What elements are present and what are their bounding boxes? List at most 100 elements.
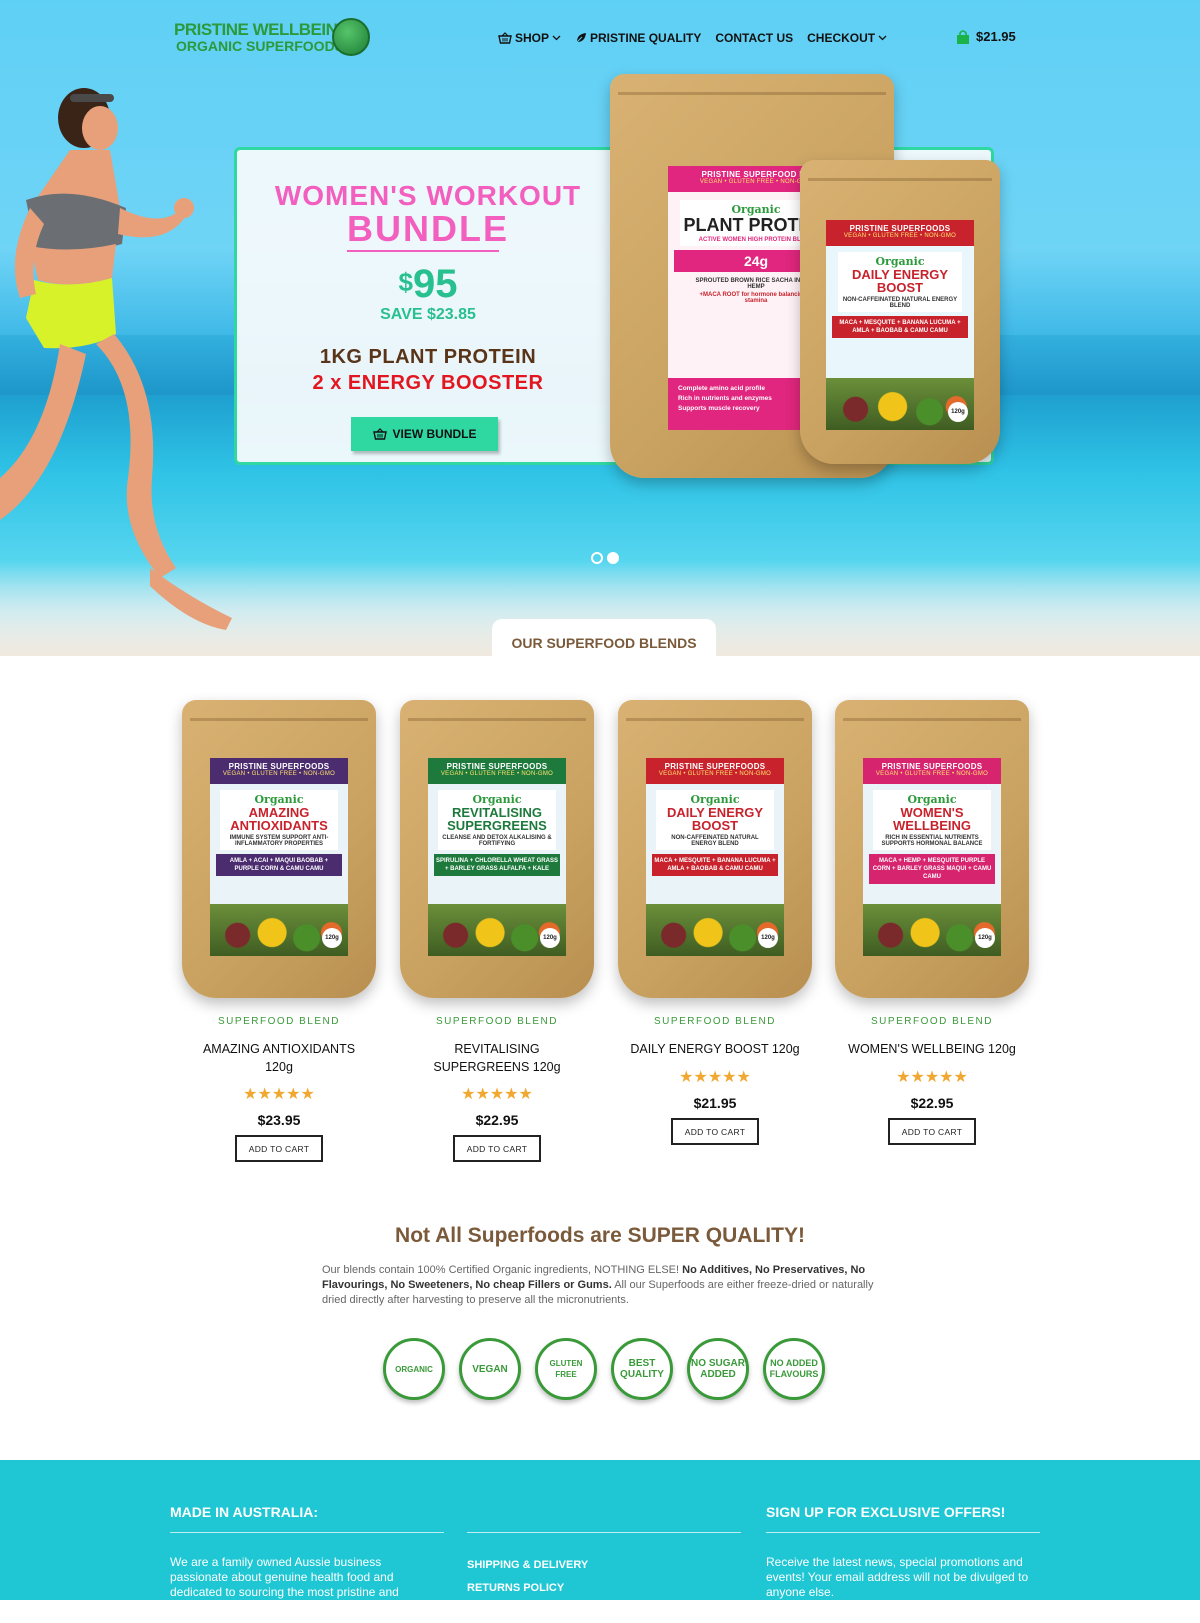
label-sub: NON-CAFFEINATED NATURAL ENERGY BLEND: [671, 835, 759, 847]
quality-heading: Not All Superfoods are SUPER QUALITY!: [395, 1224, 805, 1247]
label-band: PRISTINE SUPERFOODS VEGAN • GLUTEN FREE •…: [210, 758, 348, 784]
product-title[interactable]: AMAZING ANTIOXIDANTS 120g: [176, 1040, 382, 1076]
product-title[interactable]: REVITALISING SUPERGREENS 120g: [394, 1040, 600, 1076]
product-grid: PRISTINE SUPERFOODS VEGAN • GLUTEN FREE •…: [176, 700, 1036, 1170]
label-band-sub: VEGAN • GLUTEN FREE • NON-GMO: [222, 771, 336, 777]
label-band-sub: VEGAN • GLUTEN FREE • NON-GMO: [843, 233, 957, 239]
product-rating-stars: ★★★★★: [394, 1084, 600, 1104]
label-name: AMAZING ANTIOXIDANTS: [230, 805, 328, 833]
product-pouch-image[interactable]: PRISTINE SUPERFOODS VEGAN • GLUTEN FREE •…: [618, 700, 812, 998]
star-icon: ★: [707, 1069, 723, 1086]
product-category: SUPERFOOD BLEND: [654, 1016, 776, 1027]
product-label: PRISTINE SUPERFOODS VEGAN • GLUTEN FREE •…: [646, 758, 784, 956]
site-logo[interactable]: PRISTINE WELLBEING ORGANIC SUPERFOODS: [174, 18, 374, 60]
leaf-icon: [575, 33, 587, 44]
star-icon: ★: [896, 1069, 911, 1086]
label-name: WOMEN'S WELLBEING: [893, 805, 971, 833]
add-to-cart-button[interactable]: ADD TO CART: [671, 1118, 759, 1145]
basket-icon: [498, 32, 512, 44]
label-ribbon: MACA + HEMP + MESQUITE PURPLE CORN + BAR…: [869, 854, 995, 884]
star-icon: ★: [736, 1069, 751, 1086]
pouch-zip: [190, 718, 368, 721]
organic-badge-icon: ORGANIC: [383, 1338, 445, 1400]
star-icon: ★: [461, 1086, 476, 1103]
logo-globe-icon: [332, 18, 370, 56]
nav-item-shop[interactable]: SHOP: [498, 31, 561, 45]
add-to-cart-button[interactable]: ADD TO CART: [453, 1135, 541, 1162]
label-band-text: PRISTINE SUPERFOODS: [881, 762, 983, 771]
label-card: Organic WOMEN'S WELLBEING RICH IN ESSENTIA…: [873, 790, 991, 850]
energy-booster-label: PRISTINE SUPERFOODS VEGAN • GLUTEN FREE •…: [826, 220, 974, 430]
add-to-cart-button[interactable]: ADD TO CART: [235, 1135, 323, 1162]
label-name: REVITALISING SUPERGREENS: [447, 805, 547, 833]
no-sugar-badge-icon: NO SUGAR ADDED: [687, 1338, 749, 1400]
product-pouch-image[interactable]: PRISTINE SUPERFOODS VEGAN • GLUTEN FREE •…: [400, 700, 594, 998]
label-band-sub: VEGAN • GLUTEN FREE • NON-GMO: [440, 771, 554, 777]
label-band-text: PRISTINE SUPERFOOD BL: [701, 170, 811, 179]
product-price: $22.95: [475, 1112, 519, 1128]
label-band-sub: VEGAN • GLUTEN FREE • NON-GMO: [875, 771, 989, 777]
view-bundle-button[interactable]: VIEW BUNDLE: [351, 417, 498, 451]
label-band: PRISTINE SUPERFOODS VEGAN • GLUTEN FREE •…: [863, 758, 1001, 784]
footer-links: SHIPPING & DELIVERY RETURNS POLICY CONTA…: [467, 1554, 588, 1623]
label-ribbon: MACA + MESQUITE + BANANA LUCUMA + AMLA +…: [832, 316, 968, 338]
quality-text: Our blends contain 100% Certified Organi…: [322, 1263, 888, 1308]
nav-contact-label: CONTACT US: [715, 31, 794, 45]
runner-illustration: [0, 88, 232, 630]
star-icon: ★: [924, 1069, 940, 1086]
label-protein: 24g: [743, 253, 769, 269]
product-title[interactable]: DAILY ENERGY BOOST 120g: [612, 1040, 818, 1058]
label-weight: 120g: [948, 402, 968, 422]
bundle-title-line2: BUNDLE: [347, 208, 509, 249]
nav-item-pristine-quality[interactable]: PRISTINE QUALITY: [575, 31, 701, 45]
slide-dot-2[interactable]: [607, 552, 619, 564]
label-band-text: PRISTINE SUPERFOODS: [228, 762, 330, 771]
nav-item-checkout[interactable]: CHECKOUT: [807, 31, 887, 45]
footer: MADE IN AUSTRALIA: We are a family owned…: [0, 1460, 1200, 1617]
section-tab-superfood-blends: OUR SUPERFOOD BLENDS: [492, 619, 716, 656]
footer-rule-1: [170, 1532, 444, 1533]
pouch-zip: [626, 718, 804, 721]
bundle-price-value: 95: [412, 262, 458, 306]
star-icon: ★: [243, 1086, 258, 1103]
footer-signup-heading: SIGN UP FOR EXCLUSIVE OFFERS!: [766, 1504, 1006, 1520]
pouch-zip: [618, 92, 886, 95]
product-rating-stars: ★★★★★: [829, 1067, 1035, 1087]
vegan-badge-icon: VEGAN: [459, 1338, 521, 1400]
product-pouch-image[interactable]: PRISTINE SUPERFOODS VEGAN • GLUTEN FREE •…: [182, 700, 376, 998]
chevron-down-icon: [552, 35, 561, 41]
cart-button[interactable]: $21.95: [956, 29, 1016, 44]
product-price: $21.95: [693, 1095, 737, 1111]
product-title[interactable]: WOMEN'S WELLBEING 120g: [829, 1040, 1035, 1058]
label-ribbon: SPIRULINA + CHLORELLA WHEAT GRASS + BARL…: [434, 854, 560, 876]
footer-link-contact[interactable]: CONTACT US: [467, 1600, 588, 1623]
bundle-price: $95: [380, 262, 476, 307]
label-weight: 120g: [975, 928, 995, 948]
slide-dot-1[interactable]: [591, 552, 603, 564]
product-pouch-image[interactable]: PRISTINE SUPERFOODS VEGAN • GLUTEN FREE •…: [835, 700, 1029, 998]
logo-line-1: PRISTINE WELLBEING: [174, 20, 351, 39]
nav-shop-label: SHOP: [515, 31, 550, 45]
cart-total: $21.95: [976, 29, 1016, 44]
bundle-item-protein: 1KG PLANT PROTEIN: [319, 346, 537, 368]
label-ribbon: MACA + MESQUITE + BANANA LUCUMA + AMLA +…: [652, 854, 778, 876]
label-weight: 120g: [758, 928, 778, 948]
label-sub: IMMUNE SYSTEM SUPPORT ANTI-INFLAMMATORY …: [229, 835, 329, 847]
add-to-cart-button[interactable]: ADD TO CART: [888, 1118, 976, 1145]
nav-item-contact-us[interactable]: CONTACT US: [715, 31, 793, 45]
label-name: DAILY ENERGY BOOST: [666, 805, 764, 833]
label-weight: 120g: [322, 928, 342, 948]
label-ribbon: AMLA + ACAI + MAQUI BAOBAB + PURPLE CORN…: [216, 854, 342, 876]
star-icon: ★: [257, 1086, 272, 1103]
product-label: PRISTINE SUPERFOODS VEGAN • GLUTEN FREE •…: [428, 758, 566, 956]
nav-checkout-label: CHECKOUT: [807, 31, 876, 45]
product-category: SUPERFOOD BLEND: [871, 1016, 993, 1027]
product-category: SUPERFOOD BLEND: [218, 1016, 340, 1027]
hero-banner: PRISTINE WELLBEING ORGANIC SUPERFOODS SH…: [0, 0, 1200, 656]
footer-link-shipping[interactable]: SHIPPING & DELIVERY: [467, 1554, 588, 1577]
label-sub: RICH IN ESSENTIAL NUTRIENTS SUPPORTS HOR…: [881, 835, 983, 847]
footer-about-text: We are a family owned Aussie business pa…: [170, 1555, 399, 1599]
footer-link-returns[interactable]: RETURNS POLICY: [467, 1577, 588, 1600]
chevron-down-icon: [878, 35, 887, 41]
product-category: SUPERFOOD BLEND: [436, 1016, 558, 1027]
